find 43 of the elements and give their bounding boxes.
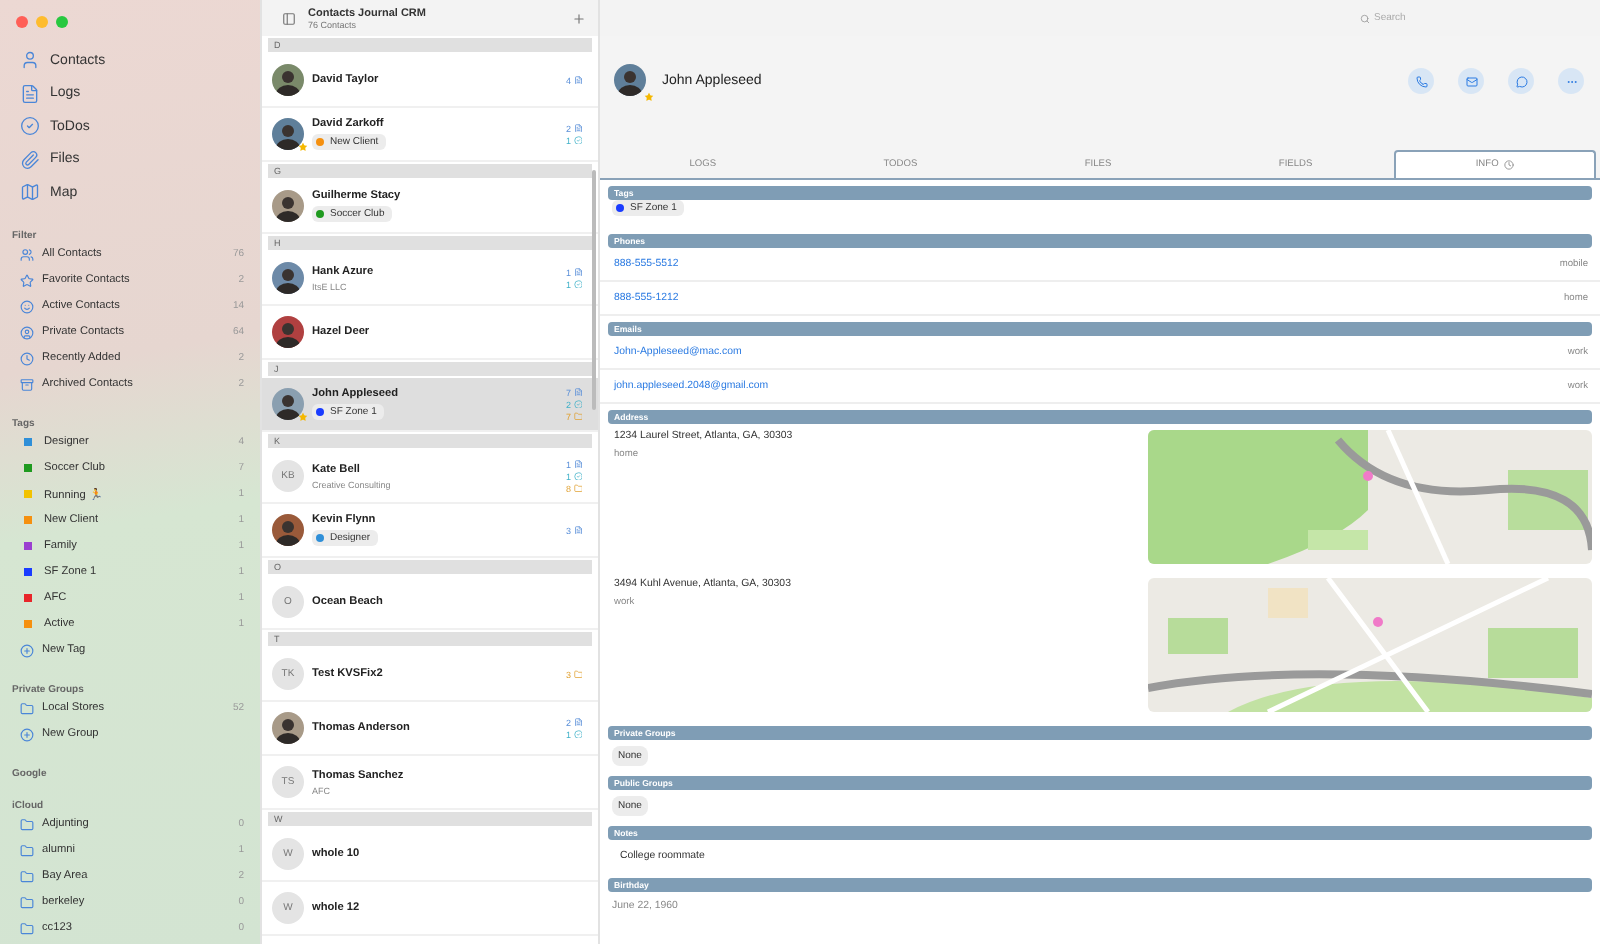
search-icon bbox=[1360, 13, 1370, 23]
add-icon bbox=[20, 643, 34, 657]
avatar-icon bbox=[272, 514, 304, 546]
person-icon bbox=[20, 50, 40, 71]
mail-button[interactable] bbox=[1458, 68, 1484, 94]
map-icon bbox=[20, 182, 40, 203]
check-circle-icon bbox=[20, 116, 40, 137]
folder-icon bbox=[20, 921, 34, 935]
document-icon bbox=[20, 83, 40, 104]
archive-icon bbox=[20, 377, 34, 391]
avatar-icon bbox=[272, 316, 304, 348]
folder-icon bbox=[20, 843, 34, 857]
avatar-icon bbox=[272, 712, 304, 744]
avatar-icon bbox=[272, 64, 304, 96]
person-circle-icon bbox=[20, 325, 34, 339]
folder-icon bbox=[20, 817, 34, 831]
window-control[interactable] bbox=[56, 16, 68, 28]
window-control[interactable] bbox=[36, 16, 48, 28]
paperclip-icon bbox=[20, 149, 40, 170]
avatar-icon bbox=[272, 262, 304, 294]
add-button[interactable] bbox=[572, 11, 586, 25]
avatar-icon bbox=[272, 118, 304, 150]
scrollbar[interactable] bbox=[592, 170, 596, 410]
folder-icon bbox=[20, 869, 34, 883]
avatar-icon bbox=[272, 190, 304, 222]
window-control[interactable] bbox=[16, 16, 28, 28]
clock-icon bbox=[1504, 160, 1515, 170]
sidebar-toggle-icon[interactable] bbox=[282, 11, 296, 25]
smiley-icon bbox=[20, 299, 34, 313]
mail-icon bbox=[1465, 75, 1477, 87]
add-icon bbox=[20, 727, 34, 741]
message-button[interactable] bbox=[1508, 68, 1534, 94]
people-icon bbox=[20, 247, 34, 261]
avatar-icon bbox=[614, 63, 646, 95]
star-icon bbox=[20, 273, 34, 287]
clock-icon bbox=[20, 351, 34, 365]
phone-icon bbox=[1415, 75, 1427, 87]
call-button[interactable] bbox=[1408, 68, 1434, 94]
folder-icon bbox=[20, 701, 34, 715]
message-icon bbox=[1515, 75, 1527, 87]
more-button[interactable] bbox=[1558, 68, 1584, 94]
folder-icon bbox=[20, 895, 34, 909]
avatar-icon bbox=[272, 388, 304, 420]
